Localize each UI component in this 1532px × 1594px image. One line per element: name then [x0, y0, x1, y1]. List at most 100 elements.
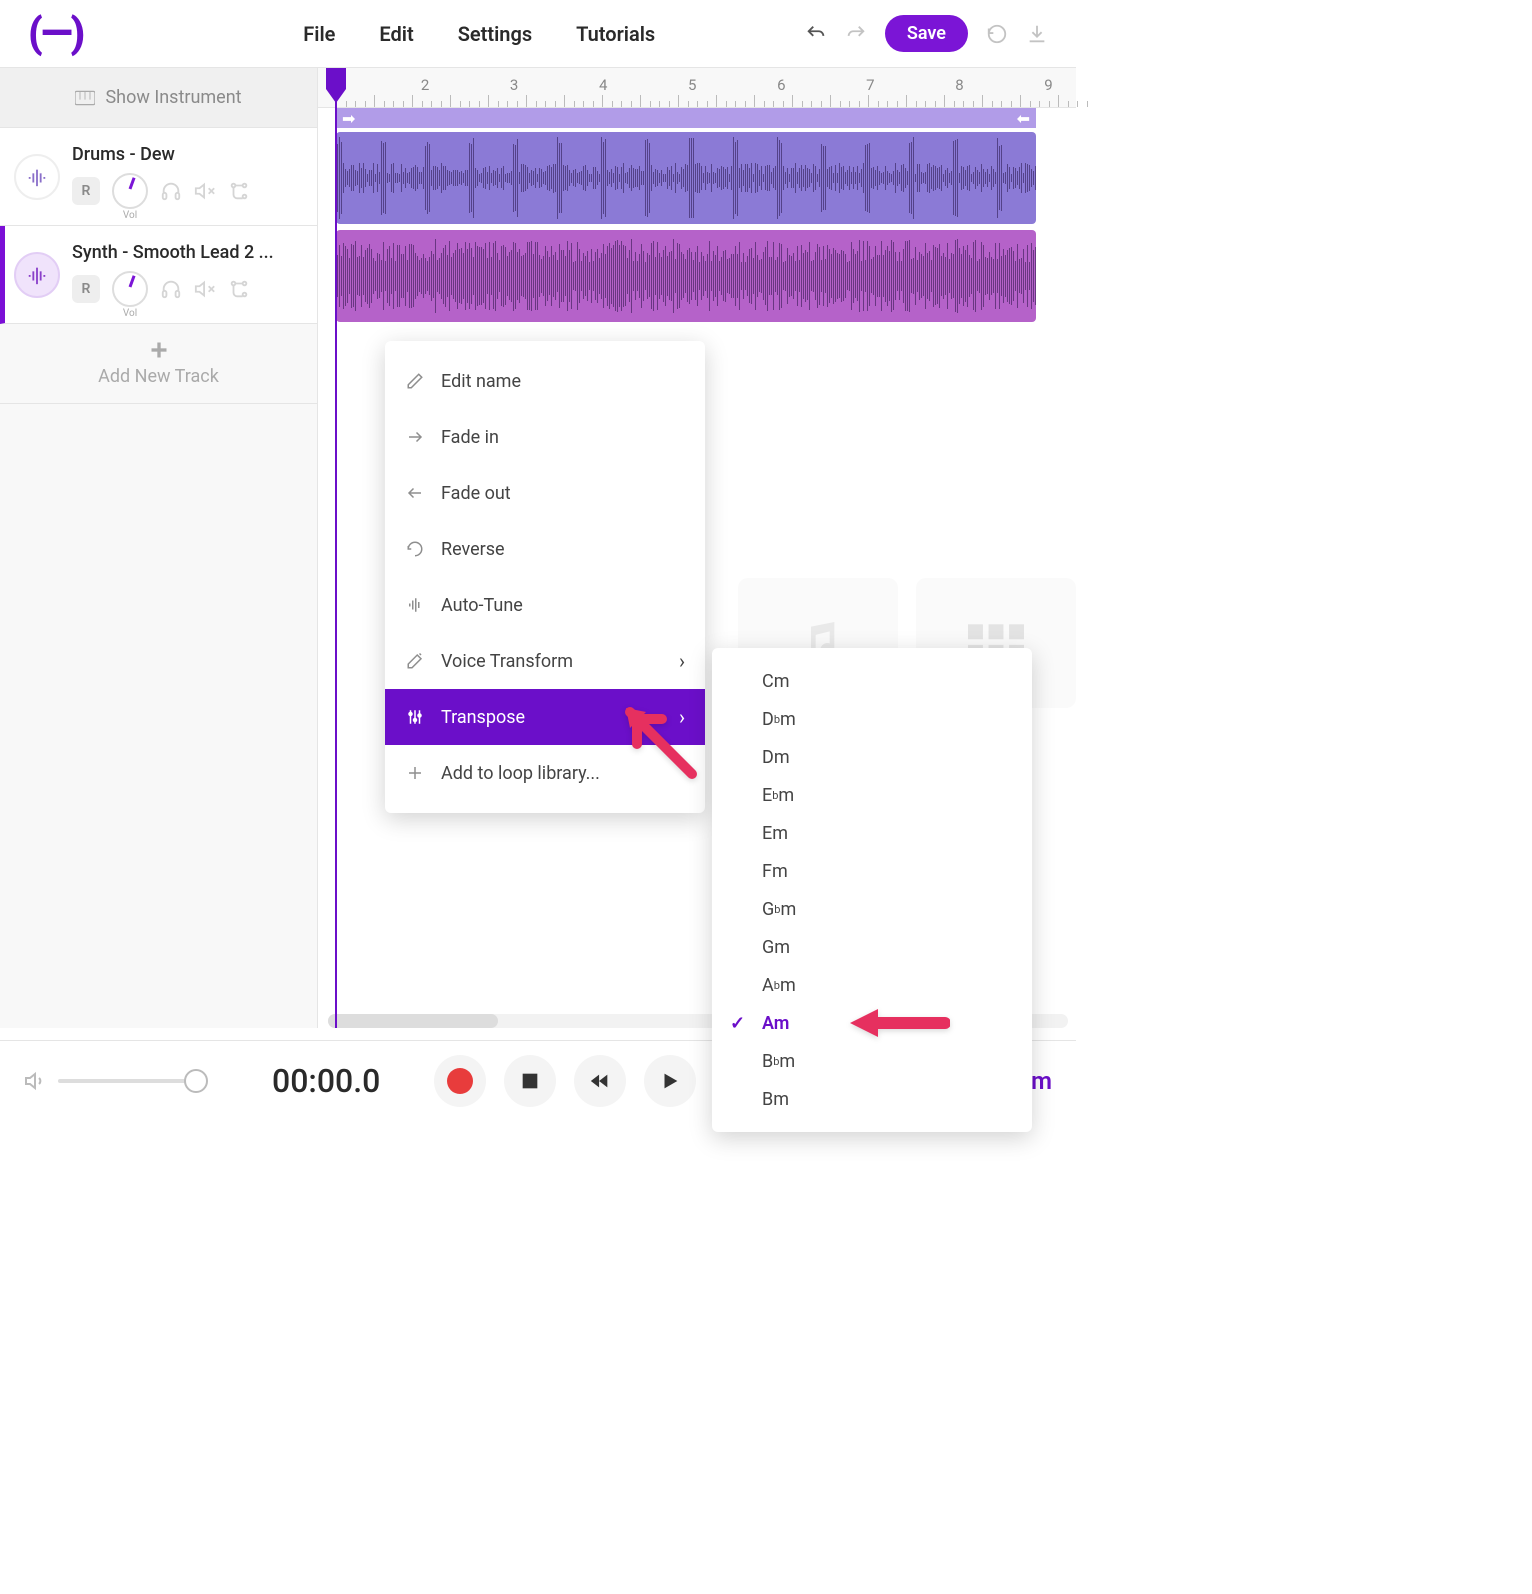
volume-knob[interactable]: Vol — [112, 173, 148, 209]
key-option[interactable]: Abm — [712, 966, 1032, 1004]
show-instrument-button[interactable]: Show Instrument — [0, 68, 317, 128]
loop-start-icon: ➡ — [342, 109, 355, 128]
menu-item-label: Edit name — [441, 371, 521, 392]
bars-icon — [405, 596, 425, 614]
download-icon[interactable] — [1026, 23, 1048, 45]
arrow-left-icon — [405, 484, 425, 502]
audio-clip-drums[interactable] — [336, 132, 1036, 224]
key-option[interactable]: Ebm — [712, 776, 1032, 814]
play-button[interactable] — [644, 1055, 696, 1107]
header-actions: Save — [805, 15, 1048, 52]
time-display: 00:00.0 — [272, 1062, 380, 1100]
keyboard-icon — [75, 90, 95, 106]
menu-item-label: Fade in — [441, 427, 499, 448]
transpose-submenu: CmDbmDmEbmEmFmGbmGmAbmAmBbmBm — [712, 648, 1032, 1132]
sliders-icon — [405, 708, 425, 726]
key-option[interactable]: Dbm — [712, 700, 1032, 738]
annotation-arrow — [622, 704, 702, 788]
mute-icon[interactable] — [194, 180, 216, 202]
track-row[interactable]: Drums - Dew R Vol — [0, 128, 317, 226]
app-logo: (—) — [28, 9, 83, 58]
ruler-mark: 7 — [866, 76, 874, 94]
key-option[interactable]: Fm — [712, 852, 1032, 890]
timeline-ruler[interactable]: 23456789 — [318, 68, 1076, 108]
waveform — [336, 230, 1036, 322]
menu-item-edit-name[interactable]: Edit name — [385, 353, 705, 409]
key-option[interactable]: Cm — [712, 662, 1032, 700]
arrow-right-icon — [405, 428, 425, 446]
ruler-mark: 2 — [421, 76, 429, 94]
plus-icon — [405, 764, 425, 782]
track-controls: R Vol — [72, 173, 303, 209]
reverse-icon — [405, 540, 425, 558]
add-track-button[interactable]: Add New Track — [0, 324, 317, 404]
track-name: Synth - Smooth Lead 2 ... — [72, 242, 303, 263]
fx-icon[interactable] — [228, 180, 250, 202]
menu-item-voice-transform[interactable]: Voice Transform› — [385, 633, 705, 689]
pencil-icon — [405, 372, 425, 390]
headphones-icon[interactable] — [160, 278, 182, 300]
fx-icon[interactable] — [228, 278, 250, 300]
vol-label: Vol — [123, 210, 137, 221]
header-bar: (—) File Edit Settings Tutorials Save — [0, 0, 1076, 68]
menu-edit[interactable]: Edit — [379, 22, 413, 46]
plus-icon — [149, 340, 169, 360]
menu-item-fade-in[interactable]: Fade in — [385, 409, 705, 465]
main-area: Show Instrument Drums - Dew R Vol — [0, 68, 1076, 1028]
menu-item-fade-out[interactable]: Fade out — [385, 465, 705, 521]
key-option[interactable]: Em — [712, 814, 1032, 852]
wand-icon — [405, 652, 425, 670]
ruler-mark: 8 — [955, 76, 963, 94]
save-button[interactable]: Save — [885, 15, 968, 52]
menu-item-label: Transpose — [441, 707, 525, 728]
menu-item-auto-tune[interactable]: Auto-Tune — [385, 577, 705, 633]
track-info: Drums - Dew R Vol — [72, 144, 303, 209]
menu-item-label: Voice Transform — [441, 651, 573, 672]
track-controls: R Vol — [72, 271, 303, 307]
playhead-line — [335, 68, 337, 1028]
audio-clip-synth[interactable] — [336, 230, 1036, 322]
ruler-mark: 3 — [510, 76, 518, 94]
loop-region[interactable]: ➡ ⬅ — [336, 108, 1036, 128]
vol-label: Vol — [123, 308, 137, 319]
key-option[interactable]: Bbm — [712, 1042, 1032, 1080]
menu-item-reverse[interactable]: Reverse — [385, 521, 705, 577]
stop-button[interactable] — [504, 1055, 556, 1107]
redo-icon[interactable] — [845, 23, 867, 45]
menu-item-label: Add to loop library... — [441, 763, 600, 784]
menu-settings[interactable]: Settings — [458, 22, 532, 46]
key-option[interactable]: Bm — [712, 1080, 1032, 1118]
record-arm-button[interactable]: R — [72, 177, 100, 205]
rewind-button[interactable] — [574, 1055, 626, 1107]
master-volume — [24, 1069, 208, 1093]
add-track-label: Add New Track — [98, 366, 219, 387]
volume-knob[interactable]: Vol — [112, 271, 148, 307]
show-instrument-label: Show Instrument — [105, 87, 241, 108]
key-option[interactable]: Gm — [712, 928, 1032, 966]
track-row[interactable]: Synth - Smooth Lead 2 ... R Vol — [0, 226, 317, 324]
undo-icon[interactable] — [805, 23, 827, 45]
track-type-icon — [14, 252, 60, 298]
slider-thumb[interactable] — [184, 1069, 208, 1093]
track-name: Drums - Dew — [72, 144, 303, 165]
record-button[interactable] — [434, 1055, 486, 1107]
key-option[interactable]: Dm — [712, 738, 1032, 776]
loop-end-icon: ⬅ — [1017, 109, 1030, 128]
ruler-mark: 6 — [777, 76, 785, 94]
track-info: Synth - Smooth Lead 2 ... R Vol — [72, 242, 303, 307]
menu-item-label: Auto-Tune — [441, 595, 523, 616]
tracks-panel: Show Instrument Drums - Dew R Vol — [0, 68, 318, 1028]
menu-file[interactable]: File — [303, 22, 335, 46]
mute-icon[interactable] — [194, 278, 216, 300]
record-arm-button[interactable]: R — [72, 275, 100, 303]
headphones-icon[interactable] — [160, 180, 182, 202]
history-icon[interactable] — [986, 23, 1008, 45]
volume-slider[interactable] — [58, 1079, 208, 1083]
waveform — [336, 132, 1036, 224]
menu-item-label: Reverse — [441, 539, 505, 560]
scrollbar-thumb[interactable] — [328, 1014, 498, 1028]
key-option[interactable]: Gbm — [712, 890, 1032, 928]
menu-tutorials[interactable]: Tutorials — [576, 22, 655, 46]
ruler-mark: 4 — [599, 76, 607, 94]
ruler-mark: 9 — [1044, 76, 1052, 94]
